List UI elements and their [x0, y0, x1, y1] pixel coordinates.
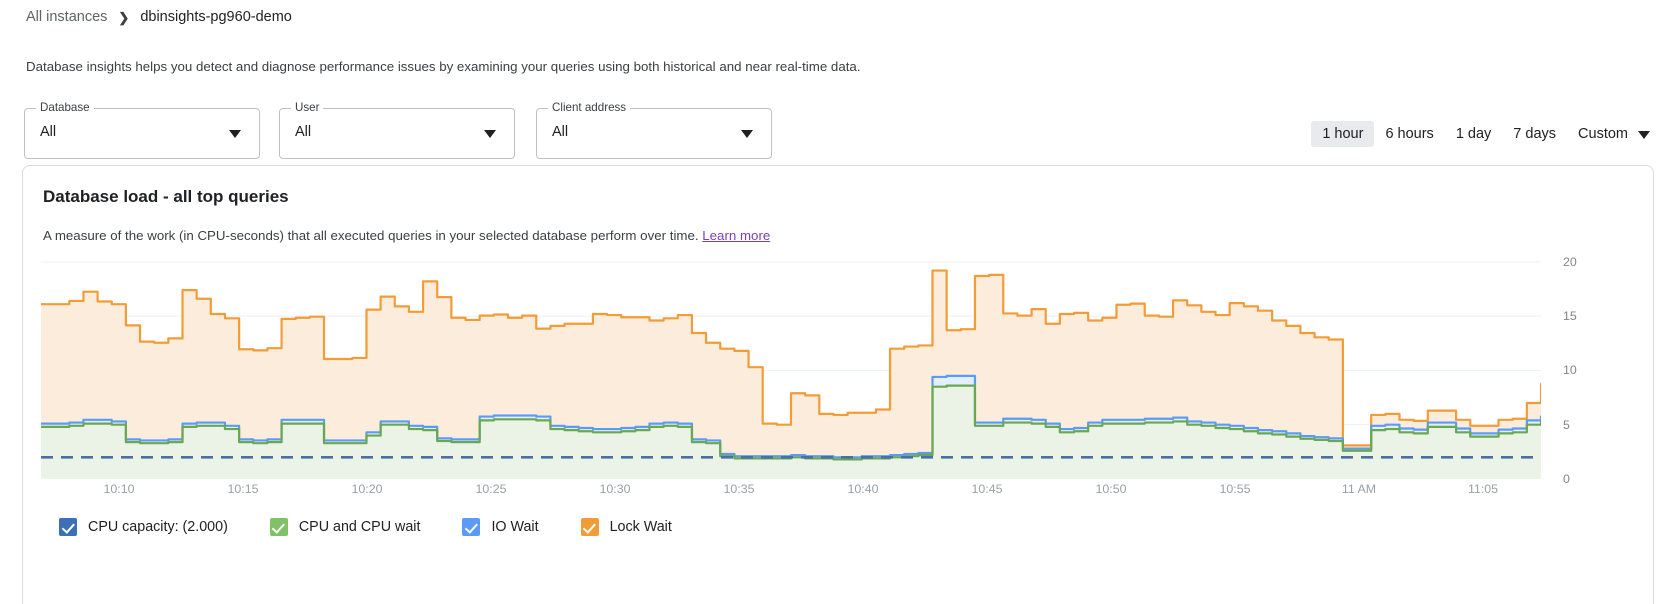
client-address-filter-select[interactable]: Client address All [536, 108, 772, 159]
user-filter-select[interactable]: User All [279, 108, 515, 159]
time-range-1-hour[interactable]: 1 hour [1311, 121, 1374, 147]
database-filter-label: Database [36, 101, 94, 115]
user-filter-value: All [295, 124, 311, 140]
x-axis-tick: 10:45 [971, 482, 1002, 496]
chevron-down-icon[interactable] [1638, 131, 1650, 139]
legend-checkbox-checked-icon[interactable] [581, 518, 599, 536]
card-title: Database load - all top queries [43, 187, 289, 207]
database-insights-page: All instances ❯ dbinsights-pg960-demo Da… [0, 0, 1676, 604]
legend-checkbox-checked-icon[interactable] [59, 518, 77, 536]
chart-x-axis: 10:10 10:15 10:20 10:25 10:30 10:35 10:40 10:45… [41, 482, 1541, 502]
client-address-filter-value: All [552, 124, 568, 140]
chevron-down-icon[interactable] [484, 130, 496, 138]
x-axis-tick: 10:55 [1219, 482, 1250, 496]
legend-item[interactable]: Lock Wait [581, 518, 672, 536]
database-load-chart-svg [41, 251, 1541, 479]
card-description: A measure of the work (in CPU-seconds) t… [43, 228, 770, 243]
chart-y-axis: 05101520 [1563, 251, 1603, 479]
time-range-selector: 1 hour 6 hours 1 day 7 days Custom [1311, 119, 1652, 149]
y-axis-tick: 15 [1563, 309, 1577, 323]
legend-checkbox-checked-icon[interactable] [270, 518, 288, 536]
database-load-card: Database load - all top queries A measur… [22, 165, 1654, 604]
database-filter-select[interactable]: Database All [24, 108, 260, 159]
y-axis-tick: 0 [1563, 472, 1570, 486]
user-filter-label: User [291, 101, 323, 115]
legend-item[interactable]: IO Wait [462, 518, 538, 536]
legend-checkbox-checked-icon[interactable] [462, 518, 480, 536]
x-axis-tick: 10:10 [103, 482, 134, 496]
y-axis-tick: 5 [1563, 418, 1570, 432]
chevron-down-icon[interactable] [741, 130, 753, 138]
legend-item-label: IO Wait [491, 519, 538, 535]
y-axis-tick: 10 [1563, 363, 1577, 377]
x-axis-tick: 10:50 [1095, 482, 1126, 496]
x-axis-tick: 11 AM [1342, 482, 1376, 496]
legend-item-label: CPU and CPU wait [299, 519, 421, 535]
x-axis-tick: 10:25 [475, 482, 506, 496]
learn-more-link[interactable]: Learn more [702, 228, 770, 243]
x-axis-tick: 10:15 [227, 482, 258, 496]
breadcrumb-current-instance: dbinsights-pg960-demo [140, 9, 292, 25]
legend-item-label: Lock Wait [610, 519, 672, 535]
legend-item[interactable]: CPU and CPU wait [270, 518, 421, 536]
breadcrumb-all-instances[interactable]: All instances [26, 9, 107, 25]
database-load-chart[interactable] [41, 251, 1541, 479]
legend-item-label: CPU capacity: (2.000) [88, 519, 228, 535]
chevron-right-icon: ❯ [118, 11, 129, 24]
card-description-text: A measure of the work (in CPU-seconds) t… [43, 228, 702, 243]
time-range-custom[interactable]: Custom [1567, 121, 1652, 147]
x-axis-tick: 10:40 [847, 482, 878, 496]
chart-legend: CPU capacity: (2.000) CPU and CPU wait IO … [59, 518, 714, 536]
x-axis-tick: 10:30 [599, 482, 630, 496]
time-range-custom-label: Custom [1578, 126, 1628, 142]
time-range-1-day[interactable]: 1 day [1445, 121, 1502, 147]
x-axis-tick: 10:35 [723, 482, 754, 496]
x-axis-tick: 10:20 [351, 482, 382, 496]
x-axis-tick: 11:05 [1468, 482, 1498, 496]
time-range-7-days[interactable]: 7 days [1502, 121, 1567, 147]
y-axis-tick: 20 [1563, 255, 1577, 269]
page-description: Database insights helps you detect and d… [26, 59, 861, 74]
time-range-6-hours[interactable]: 6 hours [1374, 121, 1444, 147]
client-address-filter-label: Client address [548, 101, 630, 115]
database-filter-value: All [40, 124, 56, 140]
legend-item[interactable]: CPU capacity: (2.000) [59, 518, 228, 536]
breadcrumb: All instances ❯ dbinsights-pg960-demo [26, 7, 292, 27]
chevron-down-icon[interactable] [229, 130, 241, 138]
